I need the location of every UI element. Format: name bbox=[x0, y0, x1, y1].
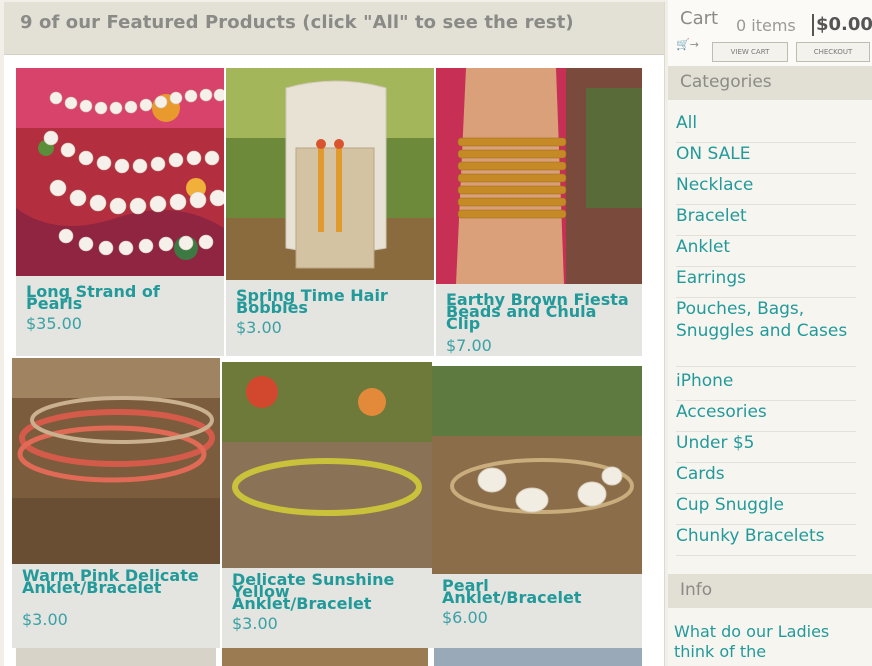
category-all[interactable]: All bbox=[676, 112, 856, 143]
product-card[interactable]: Long Strand of Pearls $35.00 bbox=[16, 68, 224, 356]
product-image[interactable] bbox=[16, 68, 224, 276]
product-price: $3.00 bbox=[232, 614, 278, 633]
product-card[interactable]: Pearl Anklet/Bracelet $6.00 bbox=[432, 366, 642, 648]
cart-item-count: 0 items bbox=[736, 16, 796, 35]
category-accesories[interactable]: Accesories bbox=[676, 401, 856, 432]
cart-label: Cart bbox=[680, 8, 719, 29]
section-title: 9 of our Featured Products (click "All" … bbox=[20, 12, 574, 33]
product-card[interactable]: Earthy Brown Fiesta Beads and Chula Clip… bbox=[436, 68, 642, 356]
product-card[interactable]: Warm Pink Delicate Anklet/Bracelet $3.00 bbox=[12, 358, 220, 648]
categories-header: Categories bbox=[668, 66, 872, 100]
category-iphone[interactable]: iPhone bbox=[676, 370, 856, 401]
next-row-thumbnails bbox=[16, 648, 642, 666]
category-bracelet[interactable]: Bracelet bbox=[676, 205, 856, 236]
category-earrings[interactable]: Earrings bbox=[676, 267, 856, 298]
product-price: $3.00 bbox=[22, 610, 68, 629]
product-name-link[interactable]: Long Strand of Pearls bbox=[26, 284, 216, 312]
product-image[interactable] bbox=[436, 68, 642, 284]
product-price: $35.00 bbox=[26, 314, 82, 333]
category-under-5[interactable]: Under $5 bbox=[676, 432, 856, 463]
page: 9 of our Featured Products (click "All" … bbox=[0, 0, 872, 666]
checkout-button[interactable]: CHECKOUT bbox=[796, 42, 870, 62]
product-card[interactable]: Delicate Sunshine Yellow Anklet/Bracelet… bbox=[222, 362, 432, 648]
product-name-link[interactable]: Earthy Brown Fiesta Beads and Chula Clip bbox=[446, 292, 636, 332]
category-on-sale[interactable]: ON SALE bbox=[676, 143, 856, 174]
product-card[interactable]: Spring Time Hair Bobbles $3.00 bbox=[226, 68, 434, 356]
sidebar: Cart 0 items $0.00 🛒→ VIEW CART CHECKOUT… bbox=[668, 0, 872, 666]
category-necklace[interactable]: Necklace bbox=[676, 174, 856, 205]
product-name-link[interactable]: Pearl Anklet/Bracelet bbox=[442, 578, 632, 606]
product-name-link[interactable]: Spring Time Hair Bobbles bbox=[236, 288, 426, 316]
category-chunky-bracelets[interactable]: Chunky Bracelets bbox=[676, 525, 856, 556]
cart-widget: Cart 0 items $0.00 🛒→ VIEW CART CHECKOUT bbox=[668, 0, 872, 66]
product-name-link[interactable]: Delicate Sunshine Yellow Anklet/Bracelet bbox=[232, 572, 422, 612]
category-cards[interactable]: Cards bbox=[676, 463, 856, 494]
cart-divider bbox=[812, 14, 814, 36]
cart-icon: 🛒→ bbox=[676, 38, 699, 51]
section-header: 9 of our Featured Products (click "All" … bbox=[4, 2, 664, 55]
featured-products-area: 9 of our Featured Products (click "All" … bbox=[4, 2, 665, 666]
view-cart-button[interactable]: VIEW CART bbox=[712, 42, 788, 62]
category-pouches[interactable]: Pouches, Bags, Snuggles and Cases bbox=[676, 298, 856, 367]
categories-title: Categories bbox=[680, 72, 772, 92]
info-link[interactable]: What do our Ladies think of the bbox=[674, 622, 864, 662]
cart-total: $0.00 bbox=[816, 14, 872, 35]
info-header: Info bbox=[668, 574, 872, 608]
product-image[interactable] bbox=[222, 362, 432, 568]
info-title: Info bbox=[680, 580, 713, 600]
product-price: $6.00 bbox=[442, 608, 488, 627]
product-image[interactable] bbox=[432, 366, 642, 574]
product-name-link[interactable]: Warm Pink Delicate Anklet/Bracelet bbox=[22, 568, 212, 596]
product-image[interactable] bbox=[12, 358, 220, 564]
category-anklet[interactable]: Anklet bbox=[676, 236, 856, 267]
product-image[interactable] bbox=[226, 68, 434, 280]
category-cup-snuggle[interactable]: Cup Snuggle bbox=[676, 494, 856, 525]
product-price: $3.00 bbox=[236, 318, 282, 337]
product-price: $7.00 bbox=[446, 336, 492, 355]
